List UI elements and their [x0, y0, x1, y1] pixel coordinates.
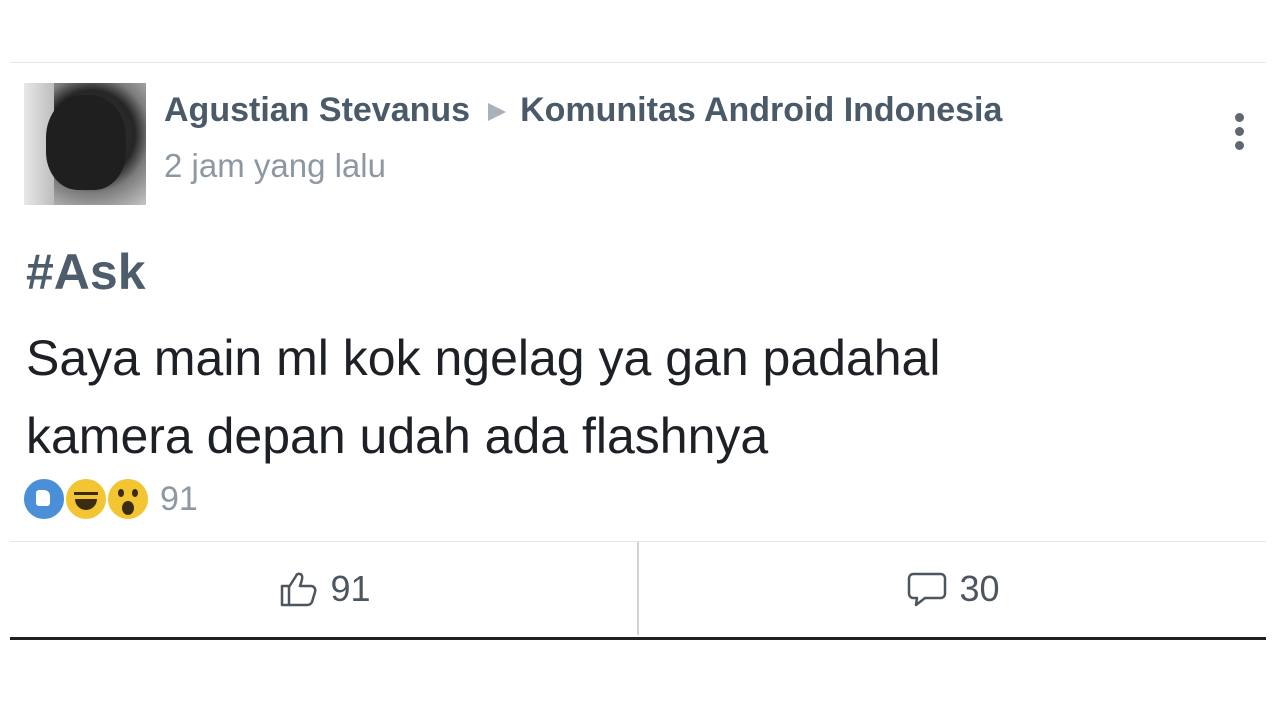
wow-reaction-icon	[106, 477, 150, 521]
post-actions: 91 30	[10, 541, 1266, 635]
menu-dot	[1235, 113, 1244, 122]
post-timestamp[interactable]: 2 jam yang lalu	[164, 147, 386, 185]
reaction-count: 91	[160, 479, 198, 518]
author-name[interactable]: Agustian Stevanus	[164, 91, 470, 129]
like-reaction-icon	[22, 477, 66, 521]
avatar[interactable]	[24, 83, 146, 205]
avatar-face	[46, 95, 126, 190]
haha-reaction-icon	[64, 477, 108, 521]
menu-dot	[1235, 127, 1244, 136]
like-count: 91	[330, 567, 371, 609]
menu-dot	[1235, 141, 1244, 150]
arrow-right-icon	[488, 103, 507, 122]
post-header: Agustian Stevanus Komunitas Android Indon…	[164, 91, 1002, 130]
post-hashtag[interactable]: #Ask	[26, 243, 146, 301]
like-button[interactable]: 91	[10, 542, 639, 635]
post-card: Agustian Stevanus Komunitas Android Indon…	[10, 62, 1266, 640]
comment-icon	[908, 572, 947, 606]
comment-button[interactable]: 30	[639, 542, 1266, 635]
thumbs-up-icon	[281, 572, 317, 606]
group-name[interactable]: Komunitas Android Indonesia	[520, 91, 1002, 129]
post-body: Saya main ml kok ngelag ya gan padahal k…	[26, 319, 1226, 475]
post-body-line: Saya main ml kok ngelag ya gan padahal	[26, 330, 941, 386]
more-options-icon[interactable]	[1234, 113, 1246, 155]
reactions-summary[interactable]: 91	[22, 477, 198, 521]
post-body-line: kamera depan udah ada flashnya	[26, 408, 769, 464]
comment-count: 30	[959, 567, 1000, 609]
